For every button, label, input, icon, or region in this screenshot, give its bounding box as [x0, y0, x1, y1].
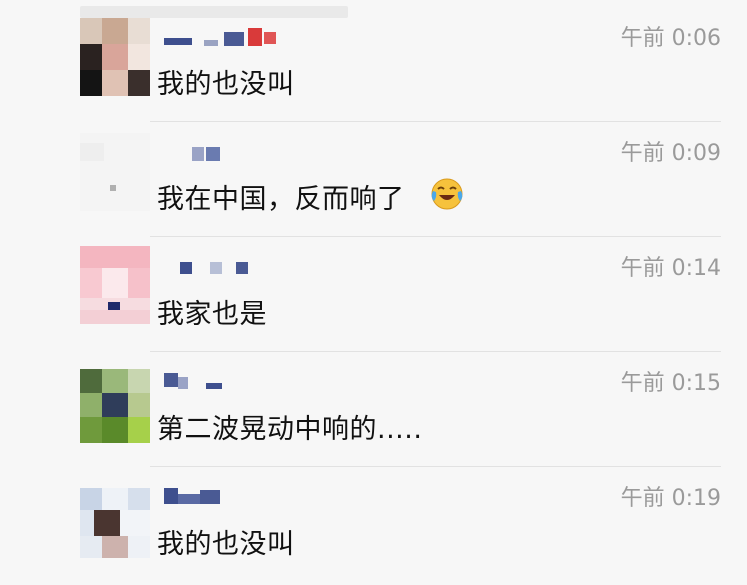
comment-time: 午前 0:19 [620, 486, 721, 511]
divider [150, 121, 721, 122]
nickname-mosaic [160, 484, 240, 504]
comment-item[interactable]: 我在中国，反而响了 午前 0:09 [0, 125, 747, 240]
avatar[interactable] [80, 488, 150, 558]
nickname-mosaic [160, 256, 260, 276]
nickname-mosaic [160, 369, 240, 389]
avatar[interactable] [80, 18, 150, 96]
divider [150, 236, 721, 237]
laughing-crying-emoji-icon [431, 178, 463, 210]
comment-list: 我的也没叫 午前 0:06 我在中国，反而响了 午前 0:09 我家也是 午前 … [0, 0, 747, 584]
avatar[interactable] [80, 369, 150, 443]
avatar[interactable] [80, 246, 150, 324]
comment-item[interactable]: 我的也没叫 午前 0:06 [0, 10, 747, 125]
avatar[interactable] [80, 133, 150, 211]
comment-text: 第二波晃动中响的..... [157, 414, 423, 445]
nickname-mosaic [160, 26, 290, 46]
comment-time: 午前 0:06 [620, 26, 721, 51]
divider [150, 466, 721, 467]
comment-time: 午前 0:15 [620, 371, 721, 396]
comment-item[interactable]: 第二波晃动中响的..... 午前 0:15 [0, 355, 747, 470]
comment-text: 我的也没叫 [157, 529, 295, 560]
comment-text: 我家也是 [157, 299, 267, 330]
comment-text: 我的也没叫 [157, 69, 295, 100]
comment-time: 午前 0:14 [620, 256, 721, 281]
divider [150, 351, 721, 352]
comment-item[interactable]: 我家也是 午前 0:14 [0, 240, 747, 355]
nickname-mosaic [160, 141, 240, 161]
comment-text: 我在中国，反而响了 [157, 177, 405, 216]
comment-text-content: 我在中国，反而响了 [157, 184, 405, 215]
comment-time: 午前 0:09 [620, 141, 721, 166]
comment-item[interactable]: 我的也没叫 午前 0:19 [0, 470, 747, 585]
